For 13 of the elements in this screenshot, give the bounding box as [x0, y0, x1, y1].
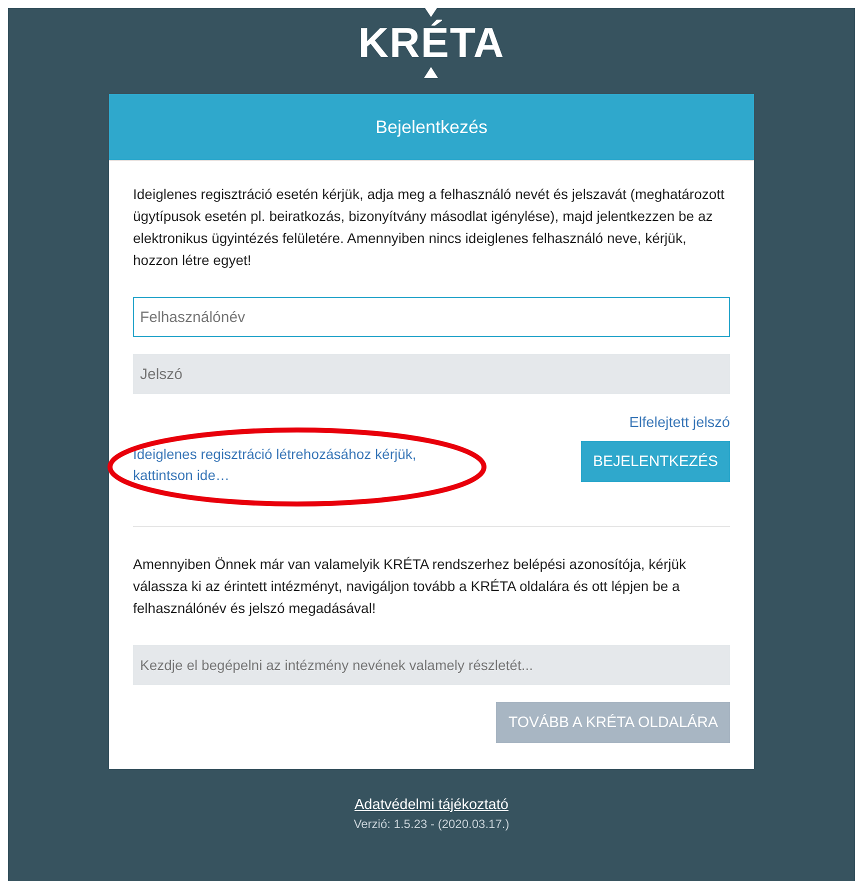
login-button[interactable]: BEJELENTKEZÉS — [580, 441, 730, 482]
logo-text: KRÉTA — [358, 21, 505, 65]
username-field[interactable]: Felhasználónév — [133, 297, 730, 337]
triangle-icon — [425, 8, 438, 17]
privacy-link[interactable]: Adatvédelmi tájékoztató — [354, 797, 508, 813]
card-title: Bejelentkezés — [375, 116, 488, 138]
password-field[interactable]: Jelszó — [133, 354, 730, 394]
triangle-icon — [424, 67, 438, 78]
kreta-info-text: Amennyiben Önnek már van valamelyik KRÉTA rendszerhez belépési azonosítója, kérjük válassza ki az érintett intézményt, navigáljon tovább a KRÉTA oldalára és ott lépjen be a felhasználónév és jelszó megadásával! — [133, 555, 688, 618]
institution-search-field[interactable]: Kezdje el begépelni az intézmény nevének valamely részletét... — [133, 645, 730, 685]
version-text: Verzió: 1.5.23 - (2020.03.17.) — [354, 817, 510, 831]
forgot-password-link[interactable]: Elfelejtett jelszó — [629, 415, 730, 431]
intro-text: Ideiglenes regisztráció esetén kérjük, adja meg a felhasználó nevét és jelszavát (meghatározott ügytípusok esetén pl. beiratkozás, bizonyítvány másodlat igénylése), majd jelentkezzen be az elektronikus ügyintézés felületére. Amennyiben nincs ideiglenes felhasználó neve, kérjük, hozzon létre egyet! — [133, 185, 726, 270]
